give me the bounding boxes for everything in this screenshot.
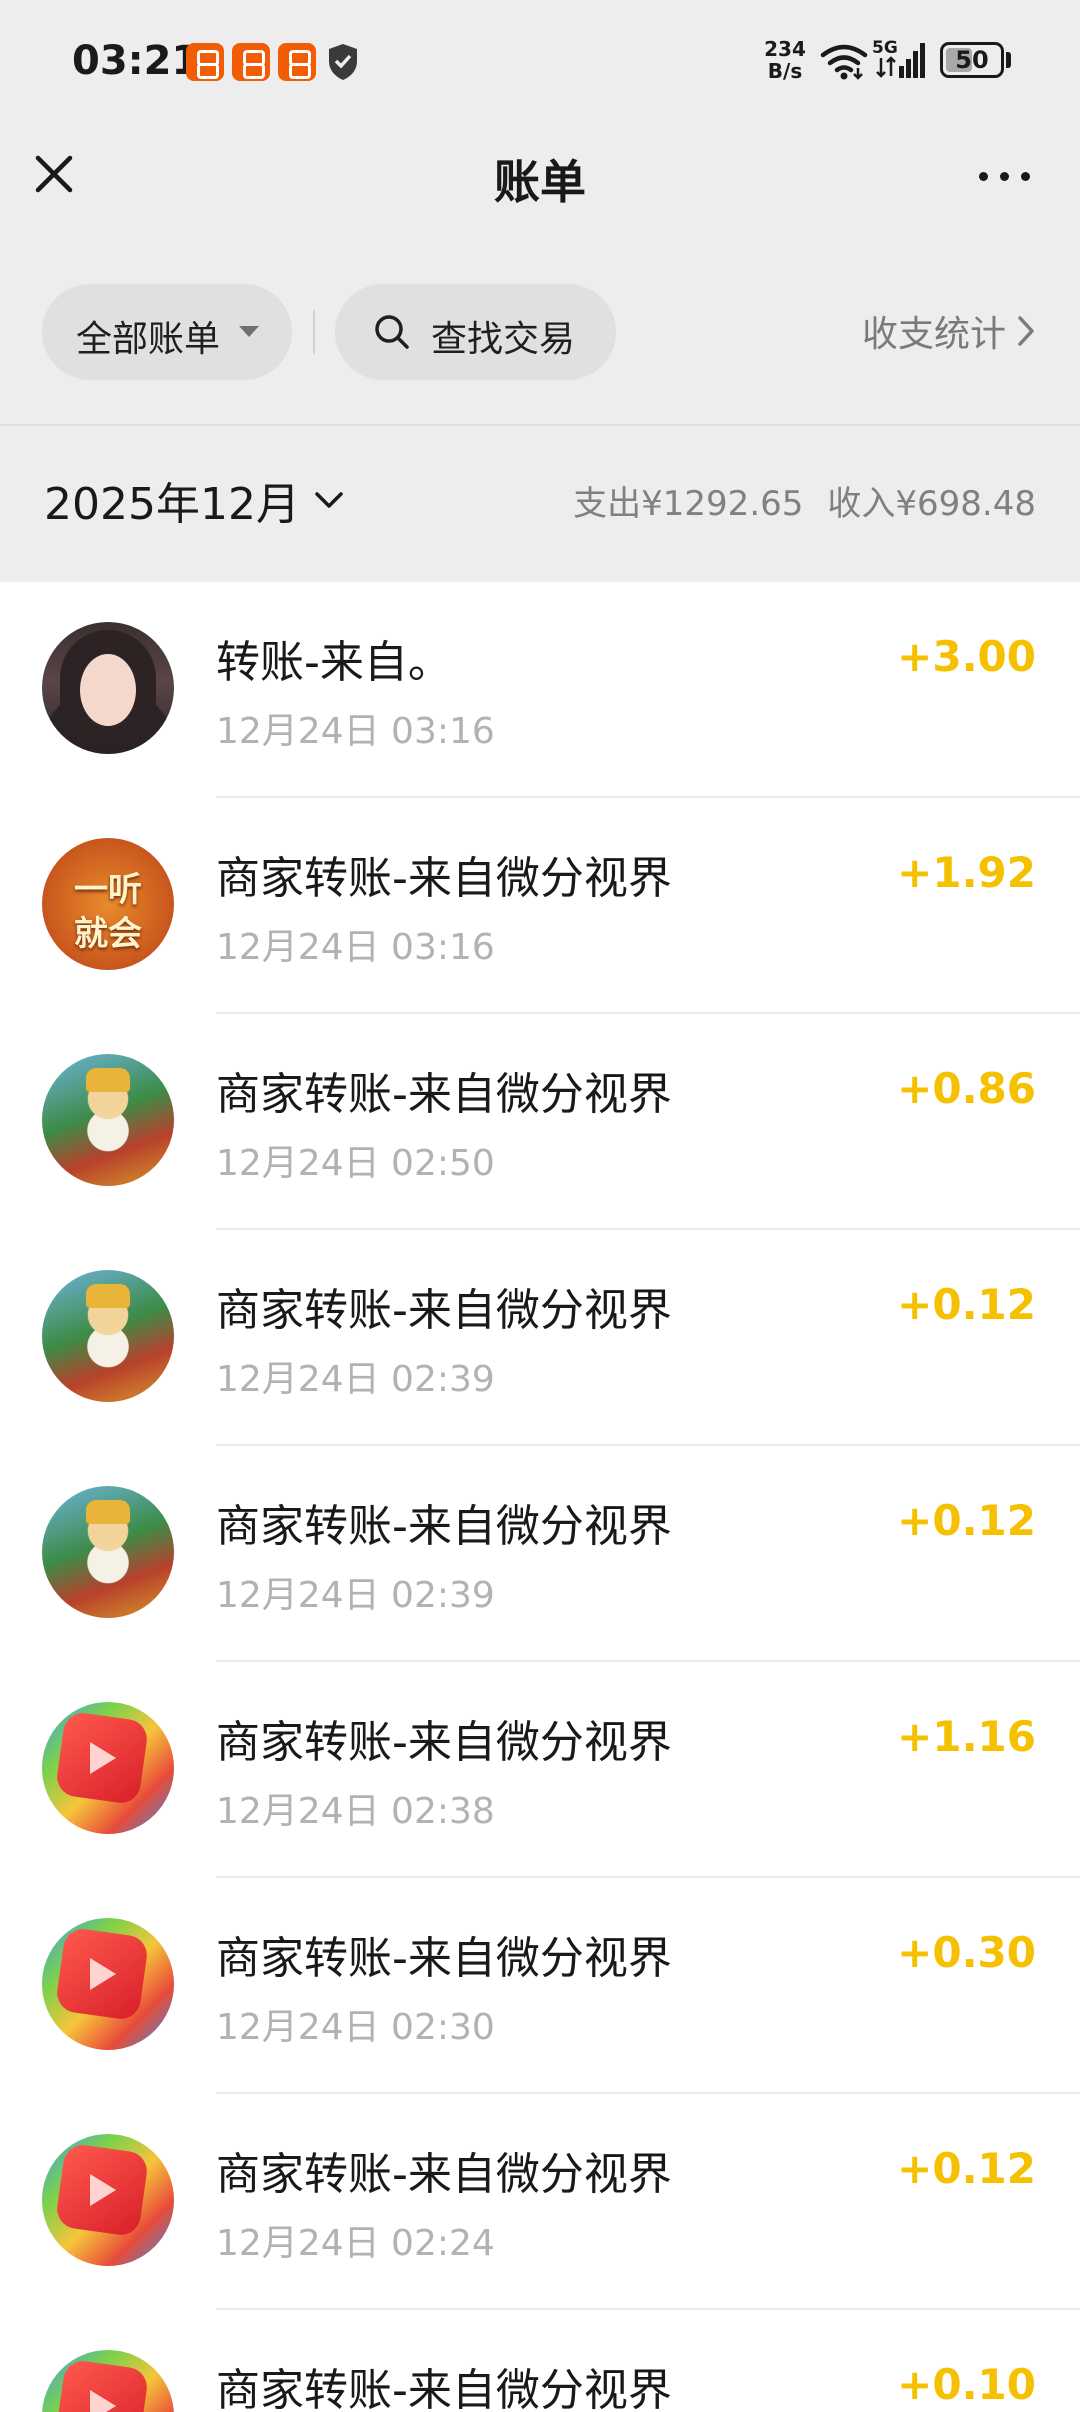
payer-avatar: [42, 1054, 174, 1186]
transaction-time: 12月24日 02:24: [216, 2223, 495, 2264]
transaction-row[interactable]: 转账-来自。 12月24日 03:16 +3.00: [0, 582, 1080, 798]
battery-tip: [1006, 52, 1011, 68]
avatar-text: 一听: [74, 870, 142, 910]
battery-icon: 50: [940, 42, 1004, 78]
transaction-row[interactable]: 一听 就会 商家转账-来自微分视界 12月24日 03:16 +1.92: [0, 798, 1080, 1014]
app-notification-icon: [278, 43, 316, 81]
status-bar: 03:21 234 B/s 5G 50: [0, 0, 1080, 120]
all-bills-filter-button[interactable]: 全部账单: [42, 284, 292, 380]
income-total: 收入¥698.48: [827, 484, 1036, 524]
search-transactions-button[interactable]: 查找交易: [335, 284, 616, 380]
caret-down-icon: [239, 326, 259, 337]
transaction-amount: +0.12: [897, 1496, 1036, 1545]
shield-icon: [329, 44, 357, 80]
more-dot: [1000, 172, 1009, 181]
transaction-amount: +3.00: [897, 632, 1036, 681]
payer-avatar: 一听 就会: [42, 838, 174, 970]
stats-label: 收支统计: [861, 314, 1006, 355]
payer-avatar: [42, 2350, 174, 2412]
month-label: 2025年12月: [44, 479, 300, 530]
transaction-row[interactable]: 商家转账-来自微分视界 12月24日 02:30 +0.30: [0, 1878, 1080, 2094]
wifi-icon: [820, 44, 868, 80]
transaction-row[interactable]: 商家转账-来自微分视界 +0.10: [0, 2310, 1080, 2412]
transaction-title: 商家转账-来自微分视界: [216, 1285, 672, 1336]
transaction-amount: +0.10: [897, 2360, 1036, 2409]
transaction-time: 12月24日 02:39: [216, 1575, 495, 1616]
app-notification-icon: [186, 43, 224, 81]
filter-divider: [313, 310, 315, 354]
transaction-amount: +1.16: [897, 1712, 1036, 1761]
payer-avatar: [42, 1918, 174, 2050]
month-selector[interactable]: 2025年12月: [44, 468, 344, 532]
transaction-time: 12月24日 02:38: [216, 1791, 495, 1832]
transaction-title: 商家转账-来自微分视界: [216, 1933, 672, 1984]
search-label: 查找交易: [431, 319, 576, 360]
payer-avatar: [42, 622, 174, 754]
transaction-row[interactable]: 商家转账-来自微分视界 12月24日 02:38 +1.16: [0, 1662, 1080, 1878]
transaction-row[interactable]: 商家转账-来自微分视界 12月24日 02:39 +0.12: [0, 1446, 1080, 1662]
transaction-title: 商家转账-来自微分视界: [216, 2149, 672, 2200]
transaction-time: 12月24日 02:50: [216, 1143, 495, 1184]
more-icon[interactable]: [970, 150, 1040, 200]
transaction-amount: +0.86: [897, 1064, 1036, 1113]
page-title: 账单: [494, 155, 586, 209]
transaction-amount: +0.12: [897, 1280, 1036, 1329]
transaction-time: 12月24日 03:16: [216, 927, 495, 968]
transaction-title: 商家转账-来自微分视界: [216, 2365, 672, 2412]
transaction-row[interactable]: 商家转账-来自微分视界 12月24日 02:39 +0.12: [0, 1230, 1080, 1446]
transaction-title: 商家转账-来自微分视界: [216, 1501, 672, 1552]
payer-avatar: [42, 1270, 174, 1402]
expense-total: 支出¥1292.65: [573, 484, 804, 524]
chevron-right-icon: [1018, 316, 1034, 346]
income-expense-stats-link[interactable]: 收支统计: [862, 306, 1036, 356]
battery-percent: 50: [955, 46, 989, 74]
signal-icon: [876, 43, 925, 78]
payer-avatar: [42, 1702, 174, 1834]
transaction-title: 商家转账-来自微分视界: [216, 853, 672, 904]
transaction-amount: +1.92: [897, 848, 1036, 897]
network-speed: 234 B/s: [764, 37, 806, 83]
transaction-row[interactable]: 商家转账-来自微分视界 12月24日 02:24 +0.12: [0, 2094, 1080, 2310]
transaction-time: 12月24日 02:30: [216, 2007, 495, 2048]
payer-avatar: [42, 1486, 174, 1618]
transaction-row[interactable]: 商家转账-来自微分视界 12月24日 02:50 +0.86: [0, 1014, 1080, 1230]
avatar-text: 就会: [74, 914, 142, 954]
more-dot: [1021, 172, 1030, 181]
payer-avatar: [42, 2134, 174, 2266]
all-bills-label: 全部账单: [76, 319, 221, 360]
transaction-amount: +0.30: [897, 1928, 1036, 1977]
transaction-title: 商家转账-来自微分视界: [216, 1717, 672, 1768]
status-time: 03:21: [72, 38, 200, 84]
transaction-time: 12月24日 03:16: [216, 711, 495, 752]
search-icon: [375, 315, 409, 349]
transaction-title: 转账-来自。: [216, 637, 452, 688]
header-separator: [0, 424, 1080, 426]
transaction-time: 12月24日 02:39: [216, 1359, 495, 1400]
app-notification-icon: [232, 43, 270, 81]
transaction-title: 商家转账-来自微分视界: [216, 1069, 672, 1120]
transaction-amount: +0.12: [897, 2144, 1036, 2193]
month-summary: 支出¥1292.65 收入¥698.48: [573, 476, 1036, 525]
more-dot: [979, 172, 988, 181]
chevron-down-icon: [315, 492, 343, 508]
